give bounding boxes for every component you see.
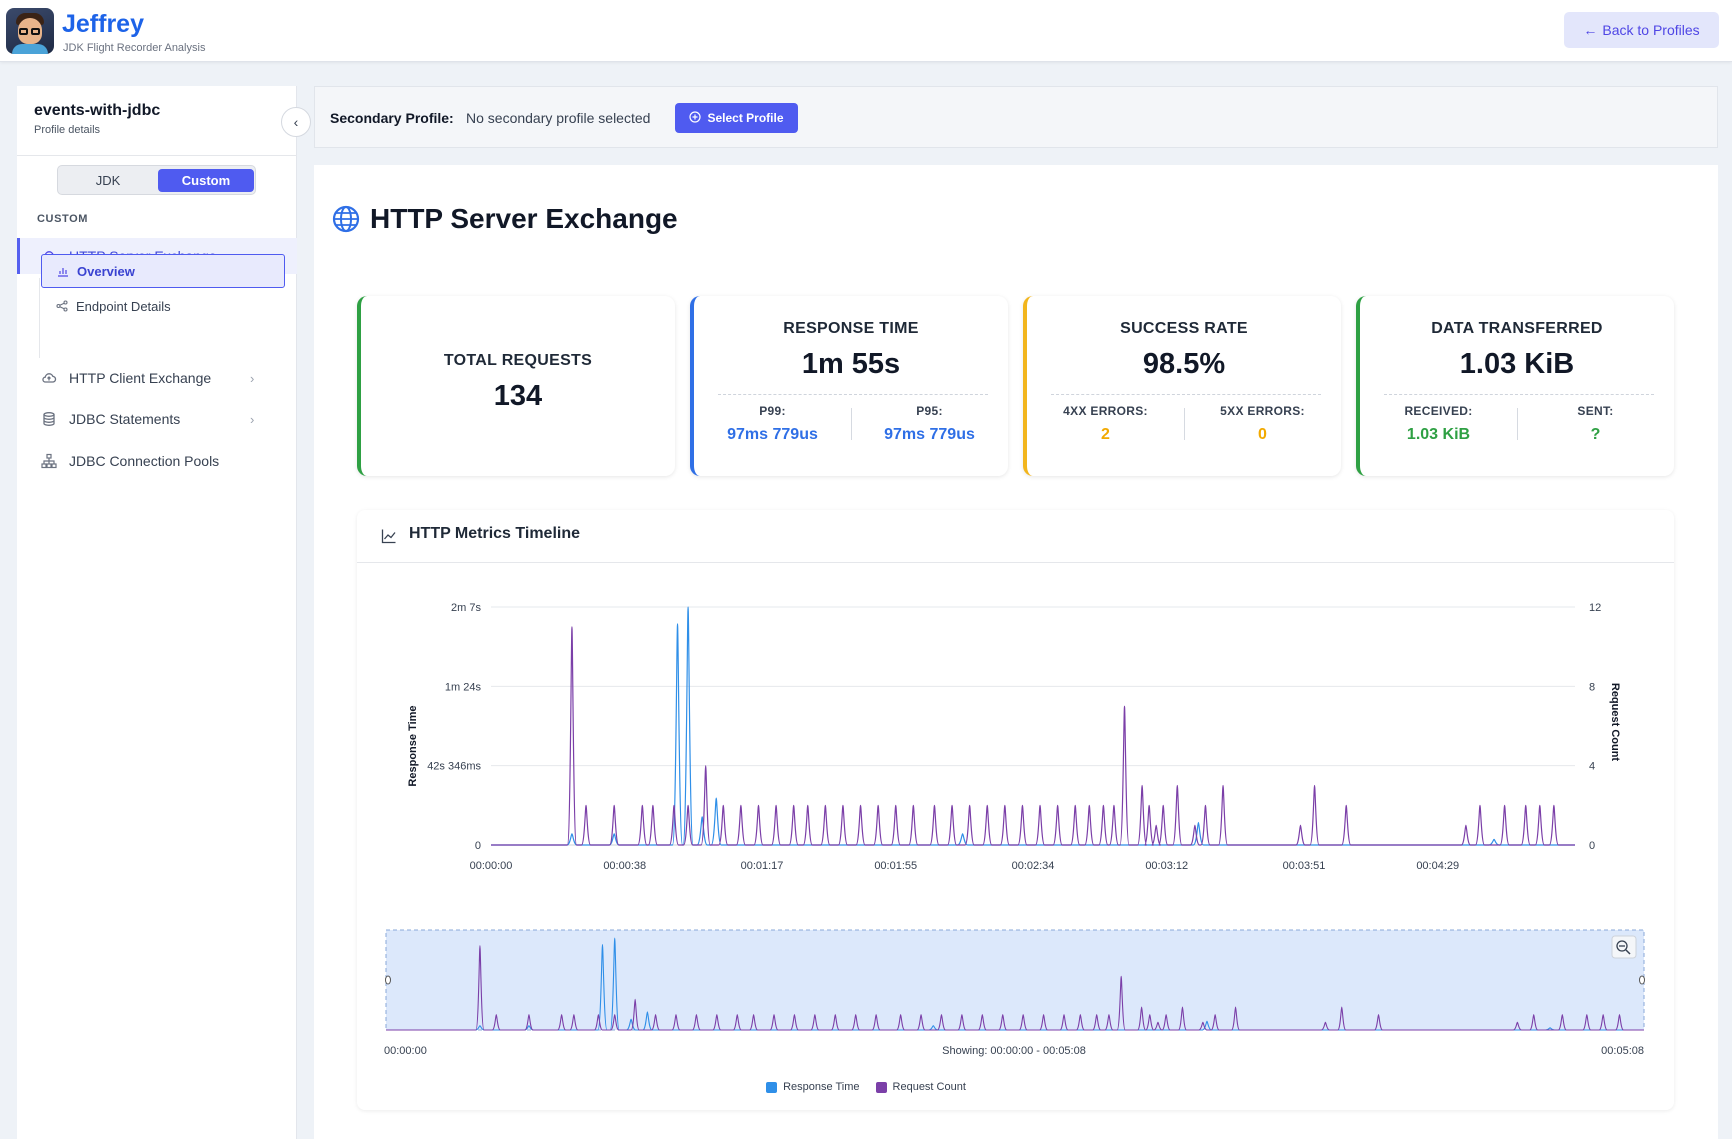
sub-label: 4XX ERRORS:: [1063, 404, 1148, 418]
sidebar-item-http-client-exchange[interactable]: HTTP Client Exchange ›: [17, 360, 297, 396]
bar-chart-icon: [57, 265, 69, 277]
sidebar-item-jdbc-statements[interactable]: JDBC Statements ›: [17, 401, 297, 437]
top-bar: Jeffrey JDK Flight Recorder Analysis ← B…: [0, 0, 1732, 62]
plus-circle-icon: [689, 110, 702, 126]
chevron-right-icon: ›: [250, 411, 255, 427]
legend-label: Request Count: [892, 1081, 966, 1093]
cloud-icon: [41, 370, 57, 386]
select-profile-button[interactable]: Select Profile: [675, 103, 798, 133]
globe-icon: [332, 205, 360, 233]
app-subtitle: JDK Flight Recorder Analysis: [63, 42, 206, 54]
chevron-left-icon: ‹: [293, 114, 299, 130]
subnav-item-overview[interactable]: Overview: [41, 254, 285, 288]
subnav-label: Overview: [77, 263, 135, 279]
card-sub-p99: P99: 97ms 779us: [694, 404, 851, 444]
legend-item-response-time[interactable]: Response Time: [766, 1081, 860, 1093]
database-icon: [41, 411, 57, 427]
sidebar-item-jdbc-connection-pools[interactable]: JDBC Connection Pools: [17, 443, 297, 479]
legend-swatch: [766, 1081, 778, 1093]
card-value: 1.03 KiB: [1459, 348, 1575, 380]
timeline-title: HTTP Metrics Timeline: [409, 525, 581, 542]
card-title: RESPONSE TIME: [783, 320, 919, 337]
card-success-rate: SUCCESS RATE 98.5% 4XX ERRORS: 2 5XX ERR…: [1023, 296, 1341, 476]
card-sub-4xx: 4XX ERRORS: 2: [1027, 404, 1184, 444]
sidebar: events-with-jdbc Profile details JDK Cus…: [17, 86, 297, 1139]
sidebar-item-label: HTTP Client Exchange: [69, 370, 212, 386]
legend-item-request-count[interactable]: Request Count: [875, 1081, 966, 1093]
card-title: TOTAL REQUESTS: [443, 352, 593, 369]
subnav-label: Endpoint Details: [76, 298, 171, 314]
secondary-profile-bar: Secondary Profile: No secondary profile …: [314, 86, 1718, 148]
sub-value: ?: [1590, 426, 1601, 443]
legend-swatch: [875, 1081, 887, 1093]
sidebar-item-label: JDBC Statements: [69, 411, 181, 427]
app-logo[interactable]: [6, 8, 54, 54]
sidebar-divider: [17, 155, 297, 156]
card-response-time: RESPONSE TIME 1m 55s P99: 97ms 779us P95…: [690, 296, 1008, 476]
card-data-transferred: DATA TRANSFERRED 1.03 KiB RECEIVED: 1.03…: [1356, 296, 1674, 476]
card-sub-5xx: 5XX ERRORS: 0: [1184, 404, 1341, 444]
metrics-timeline-panel: HTTP Metrics Timeline: [357, 510, 1674, 1110]
main-panel: HTTP Server Exchange TOTAL REQUESTS 134 …: [314, 165, 1718, 1139]
sub-value: 2: [1101, 426, 1110, 443]
chart-legend: Response Time Request Count: [0, 1081, 1732, 1093]
line-chart-icon: [381, 529, 396, 544]
profile-name: events-with-jdbc: [34, 102, 161, 119]
card-value: 98.5%: [1142, 348, 1226, 380]
card-divider: [1051, 394, 1321, 395]
select-profile-label: Select Profile: [707, 111, 784, 125]
secondary-profile-value: No secondary profile selected: [466, 110, 651, 126]
section-label-custom: CUSTOM: [37, 213, 89, 225]
toggle-jdk[interactable]: JDK: [60, 169, 156, 192]
card-divider: [718, 394, 988, 395]
sub-value: 1.03 KiB: [1406, 426, 1471, 443]
profile-subtitle: Profile details: [34, 124, 101, 136]
secondary-profile-label: Secondary Profile:: [330, 110, 454, 126]
card-value: 1m 55s: [801, 348, 901, 380]
toggle-custom[interactable]: Custom: [158, 169, 254, 192]
share-icon: [56, 300, 68, 312]
arrow-left-icon: ←: [1583, 22, 1598, 38]
chevron-right-icon: ›: [250, 370, 255, 386]
timeline-divider: [357, 562, 1674, 563]
sub-label: 5XX ERRORS:: [1220, 404, 1305, 418]
sub-label: RECEIVED:: [1404, 404, 1473, 418]
sub-label: SENT:: [1577, 404, 1614, 418]
sub-value: 97ms 779us: [727, 426, 818, 443]
card-title: SUCCESS RATE: [1120, 320, 1248, 337]
card-value: 134: [493, 380, 543, 412]
app-name: Jeffrey: [62, 10, 144, 38]
card-divider: [1384, 394, 1654, 395]
card-sub-received: RECEIVED: 1.03 KiB: [1360, 404, 1517, 444]
sitemap-icon: [41, 453, 57, 469]
card-total-requests: TOTAL REQUESTS 134: [357, 296, 675, 476]
sub-label: P99:: [759, 404, 786, 418]
card-sub-sent: SENT: ?: [1517, 404, 1674, 444]
page-title: HTTP Server Exchange: [370, 203, 678, 234]
jdk-custom-toggle: JDK Custom: [57, 165, 256, 195]
card-title: DATA TRANSFERRED: [1431, 320, 1603, 337]
back-to-profiles-button[interactable]: ← Back to Profiles: [1564, 12, 1719, 48]
sub-label: P95:: [916, 404, 943, 418]
collapse-sidebar-button[interactable]: ‹: [281, 107, 311, 137]
legend-label: Response Time: [783, 1081, 860, 1093]
sub-value: 0: [1258, 426, 1267, 443]
sub-value: 97ms 779us: [884, 426, 975, 443]
back-button-label: Back to Profiles: [1602, 22, 1700, 38]
card-sub-p95: P95: 97ms 779us: [851, 404, 1008, 444]
subnav-item-endpoint-details[interactable]: Endpoint Details: [41, 289, 285, 323]
sidebar-item-label: JDBC Connection Pools: [69, 453, 220, 469]
